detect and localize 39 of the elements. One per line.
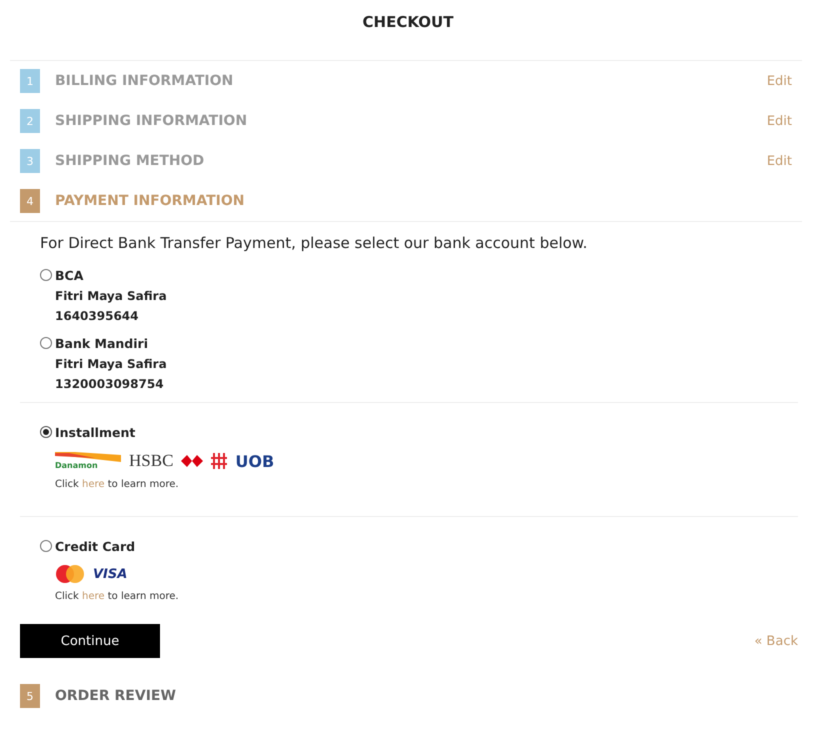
option-label: Credit Card — [55, 538, 136, 556]
instruction-text: For Direct Bank Transfer Payment, please select our bank account below. — [40, 234, 588, 252]
step-title[interactable]: SHIPPING INFORMATION — [55, 113, 767, 129]
option-label: Bank Mandiri — [55, 335, 149, 353]
account-line: 1320003098754 — [55, 376, 165, 393]
back-link[interactable]: « Back — [754, 634, 798, 648]
bank-logo: Danamon — [55, 452, 121, 470]
radio-button[interactable] — [40, 337, 52, 349]
radio-button[interactable] — [40, 269, 52, 281]
account-line: Fitri Maya Safira — [55, 356, 167, 373]
grid-icon — [211, 453, 228, 469]
card-logo: VISA — [93, 566, 128, 582]
here-link[interactable]: here — [82, 479, 105, 490]
account-line: 1640395644 — [55, 308, 140, 325]
edit-link[interactable]: Edit — [766, 154, 792, 168]
step-title: PAYMENT INFORMATION — [55, 193, 246, 209]
card-logo-icon — [55, 565, 85, 583]
bank-logo: HSBC — [129, 451, 174, 471]
step-number: 5 — [20, 684, 40, 708]
option-label: BCA — [55, 267, 84, 285]
step-title[interactable]: SHIPPING METHOD — [55, 153, 767, 169]
step-number: 4 — [20, 189, 40, 213]
step-title[interactable]: BILLING INFORMATION — [55, 73, 767, 89]
page-title: CHECKOUT — [362, 12, 454, 33]
option-label: Installment — [55, 424, 136, 442]
learn-more-text: Click here to learn more. — [55, 591, 179, 602]
step-number: 3 — [20, 149, 40, 173]
step-number: 1 — [20, 69, 40, 93]
account-line: Fitri Maya Safira — [55, 288, 167, 305]
learn-more-text: Click here to learn more. — [55, 479, 180, 490]
edit-link[interactable]: Edit — [766, 74, 792, 88]
bank-logo: UOB — [235, 452, 274, 470]
step-number: 2 — [20, 109, 40, 133]
continue-button[interactable]: Continue — [20, 624, 160, 658]
radio-button[interactable] — [40, 426, 52, 438]
here-link[interactable]: here — [82, 591, 105, 602]
edit-link[interactable]: Edit — [766, 114, 792, 128]
step-title: ORDER REVIEW — [55, 688, 177, 704]
radio-button[interactable] — [40, 540, 52, 552]
